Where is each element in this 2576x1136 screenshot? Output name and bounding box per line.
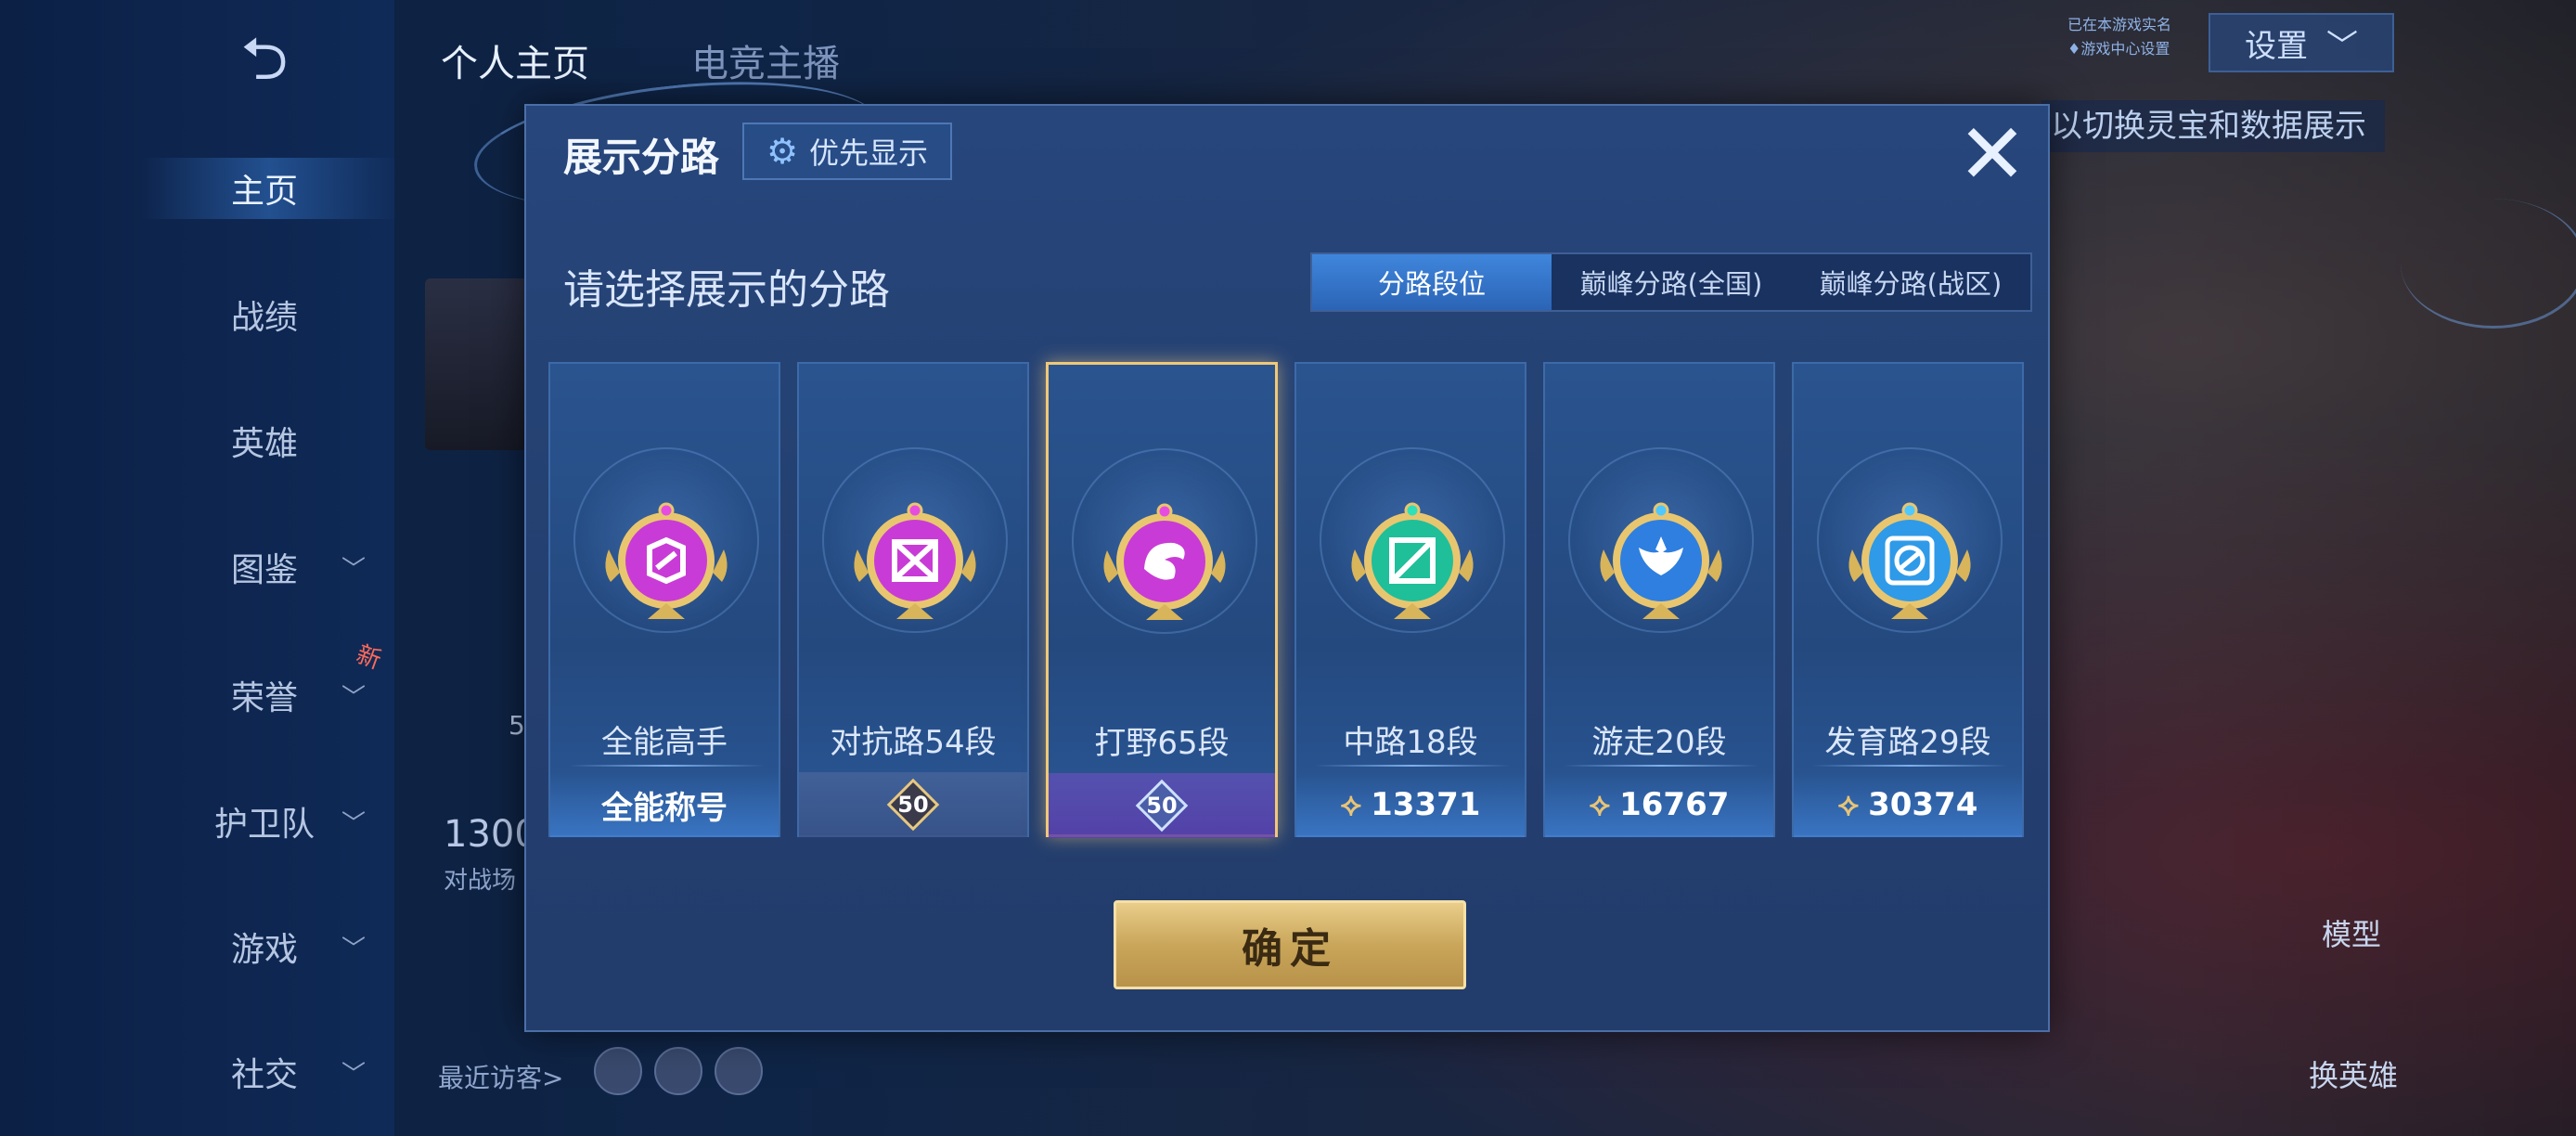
new-badge: 新 (352, 640, 385, 676)
rank-badge: 50 (1132, 779, 1191, 833)
card-footer: ⟡ 13371 (1296, 772, 1525, 837)
sidebar-item-label: 战绩 (230, 299, 298, 337)
allround-emblem-icon (605, 502, 728, 619)
card-label: 游走20段 (1591, 724, 1727, 761)
recent-visitors-link[interactable]: 最近访客> (438, 1058, 563, 1095)
priority-display-button[interactable]: ⚙ 优先显示 (742, 123, 952, 180)
card-label: 对抗路54段 (830, 724, 997, 761)
card-label: 打野65段 (1094, 725, 1230, 762)
change-hero-label[interactable]: 换英雄 (2309, 1052, 2398, 1095)
tab-route-rank[interactable]: 分路段位 (1312, 254, 1552, 310)
clash-lane-emblem-icon (854, 502, 976, 619)
sidebar-item-home[interactable]: 主页 (195, 156, 380, 221)
route-card-mid-lane[interactable]: 中路18段 ⟡ 13371 (1294, 362, 1526, 837)
divider (569, 765, 764, 767)
realname-note: 已在本游戏实名 ♦游戏中心设置 (2067, 13, 2197, 61)
note-line: 已在本游戏实名 (2067, 16, 2172, 33)
card-footer: 50 (1049, 773, 1275, 838)
farm-lane-emblem-icon (1848, 502, 1971, 619)
sidebar-item-label: 荣誉 (230, 679, 298, 717)
card-footer: ⟡ 16767 (1545, 772, 1773, 837)
route-card-list: 全能高手 全能称号 对抗路54段 50 打野65段 50 中路18段 ⟡ 133… (548, 362, 2033, 838)
avatar[interactable] (594, 1047, 642, 1095)
chevron-down-icon: ﹀ (341, 555, 367, 584)
score-value: 30374 (1868, 786, 1978, 823)
confirm-button[interactable]: 确定 (1114, 900, 1466, 989)
stat-sub: 对战场 (444, 867, 517, 895)
score-value: 16767 (1619, 786, 1730, 823)
score-value: 13371 (1371, 786, 1481, 823)
chevron-down-icon: ﹀ (341, 935, 367, 963)
sidebar-item-label: 社交 (230, 1056, 298, 1094)
route-type-segmented-control: 分路段位 巅峰分路(全国) 巅峰分路(战区) (1310, 252, 2032, 312)
rank-badge: 50 (883, 778, 943, 832)
chevron-down-icon: ﹀ (341, 683, 367, 712)
chevron-down-icon: ﹀ (341, 809, 367, 838)
route-card-allround[interactable]: 全能高手 全能称号 (548, 362, 780, 837)
sidebar-item-heroes[interactable]: 英雄 (195, 408, 380, 473)
card-label: 发育路29段 (1824, 724, 1991, 761)
card-footer: 全能称号 (550, 772, 779, 837)
route-card-clash-lane[interactable]: 对抗路54段 50 (797, 362, 1029, 837)
card-footer: ⟡ 30374 (1794, 772, 2022, 837)
model-label[interactable]: 模型 (2322, 911, 2381, 954)
avatar[interactable] (654, 1047, 702, 1095)
peak-score-icon: ⟡ (1340, 786, 1362, 823)
card-label: 中路18段 (1343, 724, 1478, 761)
sidebar-item-label: 图鉴 (230, 551, 298, 589)
dialog-title: 展示分路 (563, 135, 720, 180)
route-display-dialog: 展示分路 ⚙ 优先显示 ✕ 请选择展示的分路 分路段位 巅峰分路(全国) 巅峰分… (524, 104, 2576, 1032)
sidebar: ⮌ 主页 战绩 英雄 图鉴 ﹀ 荣誉 ﹀ 新 护卫队 ﹀ 游戏 ﹀ 社交 ﹀ (0, 0, 399, 1136)
dialog-subtitle: 请选择展示的分路 (563, 266, 890, 314)
close-icon[interactable]: ✕ (1951, 113, 2034, 199)
note-line: ♦游戏中心设置 (2067, 40, 2170, 58)
rank-number: 50 (897, 792, 929, 818)
mid-lane-emblem-icon (1351, 502, 1474, 619)
roam-emblem-icon (1600, 502, 1722, 619)
route-card-jungle[interactable]: 打野65段 50 (1046, 362, 1278, 838)
card-label: 全能高手 (601, 724, 728, 761)
sidebar-item-record[interactable]: 战绩 (195, 282, 380, 347)
divider (1812, 765, 2007, 767)
title-text: 全能称号 (601, 789, 728, 827)
sidebar-item-social[interactable]: 社交 ﹀ (195, 1039, 380, 1104)
back-arrow-icon[interactable]: ⮌ (213, 30, 316, 89)
sidebar-item-guard[interactable]: 护卫队 ﹀ (195, 789, 380, 854)
tab-peak-region[interactable]: 巅峰分路(战区) (1791, 254, 2030, 310)
tab-profile[interactable]: 个人主页 (441, 33, 589, 87)
tab-peak-national[interactable]: 巅峰分路(全国) (1552, 254, 1791, 310)
hint-bar: 以切换灵宝和数据展示 (2041, 100, 2385, 152)
chevron-down-icon: ﹀ (341, 1060, 367, 1089)
sidebar-item-label: 英雄 (230, 425, 298, 463)
sidebar-item-codex[interactable]: 图鉴 ﹀ (195, 535, 380, 600)
avatar[interactable] (715, 1047, 763, 1095)
settings-button[interactable]: 设置 ﹀ (2209, 13, 2394, 72)
settings-label: 设置 (2245, 27, 2308, 65)
sidebar-item-label: 游戏 (230, 931, 298, 969)
sidebar-item-label: 护卫队 (213, 806, 315, 844)
rank-number: 50 (1146, 793, 1178, 819)
peak-score-icon: ⟡ (1589, 786, 1611, 823)
divider (1315, 765, 1510, 767)
divider (1564, 765, 1758, 767)
sidebar-item-honor[interactable]: 荣誉 ﹀ (195, 663, 380, 728)
sidebar-item-game[interactable]: 游戏 ﹀ (195, 914, 380, 979)
route-card-roam[interactable]: 游走20段 ⟡ 16767 (1543, 362, 1775, 837)
peak-score-icon: ⟡ (1837, 786, 1860, 823)
chevron-down-icon: ﹀ (2326, 27, 2358, 65)
jungle-emblem-icon (1103, 503, 1226, 620)
sidebar-item-label: 主页 (230, 173, 298, 211)
route-card-farm-lane[interactable]: 发育路29段 ⟡ 30374 (1792, 362, 2024, 837)
priority-label: 优先显示 (809, 136, 929, 171)
gear-icon: ⚙ (766, 131, 799, 172)
modal-decoration (2401, 199, 2576, 329)
tab-esports[interactable]: 电竞主播 (691, 33, 840, 87)
card-footer: 50 (799, 772, 1027, 837)
